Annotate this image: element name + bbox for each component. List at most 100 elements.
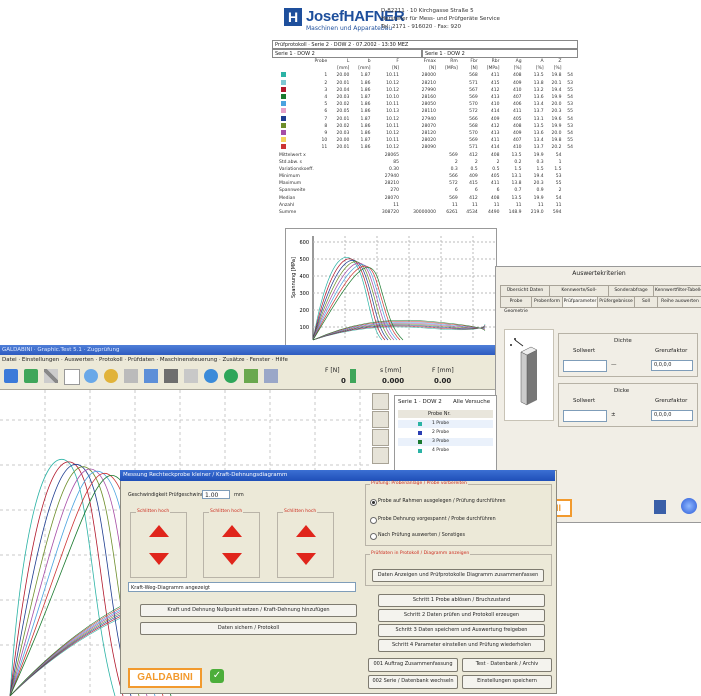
readout-force-value: 0	[341, 377, 346, 385]
report-cell: 6	[496, 188, 500, 194]
report-row-swatch	[278, 122, 287, 130]
report-cell: 10.11	[386, 73, 400, 79]
exit-door-icon[interactable]	[654, 500, 666, 514]
report-empty-cell	[328, 180, 350, 187]
refresh-icon[interactable]	[224, 369, 238, 383]
chart-icon[interactable]	[24, 369, 38, 383]
cursor-icon[interactable]	[372, 447, 389, 464]
dash-text: —	[611, 362, 617, 368]
save-icon[interactable]	[164, 369, 178, 383]
series-item[interactable]: 2 Probe	[398, 429, 493, 437]
report-cell: 28210	[421, 80, 436, 86]
settings-tab[interactable]: Soll	[634, 296, 658, 308]
help-globe-icon[interactable]	[681, 498, 697, 514]
series-item[interactable]: 1 Probe	[398, 420, 493, 428]
report-cell: 6261	[446, 210, 458, 216]
dicke-grenzfaktor-select[interactable]: 0,0,0,0	[651, 410, 693, 421]
report-unit-cell: [MPa]	[486, 66, 500, 72]
arrow-down-icon[interactable]	[296, 553, 316, 565]
report-cell: 53	[555, 174, 562, 180]
dichte-grenzfaktor-select[interactable]: 0,0,0,0	[651, 360, 693, 371]
report-stat-label: Summe	[279, 210, 297, 216]
series-item-label: 2 Probe	[432, 430, 450, 435]
calc-icon[interactable]	[244, 369, 258, 383]
step-button[interactable]: Schritt 4 Parameter einstellen und Prüfu…	[378, 639, 545, 652]
gear-icon[interactable]	[84, 369, 98, 383]
zoom-out-icon[interactable]	[372, 411, 389, 428]
report-cell: 1.86	[360, 102, 371, 108]
summary-button[interactable]: 001 Auftrag Zusammenfassung	[368, 658, 458, 672]
settings-tab[interactable]: Prüfparameter	[562, 296, 598, 308]
speed-input[interactable]: 1.00	[202, 490, 230, 499]
report-header: Probe Lb F Fmax Rm Fbr Rbr Ag A Z	[278, 58, 574, 65]
series-color-swatch	[418, 440, 422, 444]
table-icon[interactable]	[184, 369, 198, 383]
report-cell: 219.0	[530, 210, 544, 216]
document-icon[interactable]	[64, 369, 80, 385]
settings-tab[interactable]: Probenform	[531, 296, 563, 308]
arrow-up-icon[interactable]	[296, 525, 316, 537]
report-cell: 412	[490, 87, 500, 93]
arrow-down-icon[interactable]	[149, 553, 169, 565]
report-cell: 28070	[384, 195, 400, 201]
report-cell: 0.2	[514, 159, 522, 165]
report-cell: 28110	[421, 109, 436, 115]
report-cell: 6	[474, 188, 478, 194]
app-menu-bar[interactable]: Datei · Einstellungen · Auswerten · Prot…	[0, 355, 495, 365]
wrench-icon[interactable]	[124, 369, 138, 383]
arrow-down-icon[interactable]	[222, 553, 242, 565]
measure-dialog-title: Messung Rechteckprobe kleiner / Kraft-De…	[120, 470, 555, 481]
search-icon[interactable]	[204, 369, 218, 383]
settings-tab[interactable]: Reihe auswerten	[657, 296, 701, 308]
radio-option-2[interactable]	[370, 517, 377, 524]
settings-tab[interactable]: Prüfergebnisse	[597, 296, 635, 308]
save-settings-button[interactable]: Einstellungen speichern	[462, 675, 552, 689]
series-panel: Serie 1 · DOW 2 Alle Versuche Probe Nr. …	[394, 395, 497, 472]
company-address: D-82211 · 10 Kirchgasse Straße 5 Herstel…	[381, 8, 500, 30]
report-cell: 5	[324, 102, 328, 108]
readout-force: F [N] 0	[325, 367, 346, 385]
database-button[interactable]: Test · Datenbank / Archiv	[462, 658, 552, 672]
plusminus-text: ±	[611, 412, 616, 418]
zero-force-button[interactable]: Kraft und Dehnung Nullpunkt setzen / Kra…	[140, 604, 357, 617]
pen-icon[interactable]	[44, 369, 58, 383]
monitor-icon[interactable]	[264, 369, 278, 383]
dichte-sollwert-field[interactable]	[563, 360, 607, 372]
zoom-in-icon[interactable]	[372, 393, 389, 410]
printer-icon[interactable]	[144, 369, 158, 383]
step-button[interactable]: Schritt 1 Probe ablösen / Bruchzustand	[378, 594, 545, 607]
step-button[interactable]: Schritt 2 Daten prüfen und Protokoll erz…	[378, 609, 545, 622]
dicke-sollwert-field[interactable]	[563, 410, 607, 422]
settings-tab[interactable]: Probe Geometrie	[500, 296, 532, 314]
report-cell: 0.7	[514, 188, 522, 194]
pan-icon[interactable]	[372, 429, 389, 446]
switch-series-button[interactable]: 002 Serie / Datenbank wechseln	[368, 675, 458, 689]
check-icon[interactable]: ✓	[210, 669, 224, 683]
report-cell: 13.1	[511, 174, 522, 180]
radio-option-1[interactable]	[370, 499, 377, 506]
readout-elong-value: 0.00	[434, 377, 452, 385]
report-cell: 19.8	[551, 138, 562, 144]
open-icon[interactable]	[4, 369, 18, 383]
all-tests-link[interactable]: Alle Versuche	[453, 399, 490, 405]
prep-group: Prüfung: Probenanlage / Probe vorbereite…	[365, 481, 552, 546]
zero-button-icon[interactable]	[350, 369, 356, 383]
report-row: 8 20.02 1.86 10.11 28070 568 412 408 13.5 19.9 53	[278, 122, 574, 130]
report-cell: 54	[567, 130, 573, 136]
shield-icon[interactable]	[104, 369, 118, 383]
report-row-swatch	[278, 79, 287, 87]
report-cell: 13.7	[533, 145, 544, 151]
step-button[interactable]: Schritt 3 Daten speichern und Auswertung…	[378, 624, 545, 637]
arrow-up-icon[interactable]	[149, 525, 169, 537]
report-cell: 13.7	[533, 109, 544, 115]
radio-option-3[interactable]	[370, 533, 377, 540]
series-item[interactable]: 4 Probe	[398, 447, 493, 455]
report-header-cell: b	[367, 59, 371, 65]
show-report-button[interactable]: Daten Anzeigen und Prüfprotokolle Diagra…	[372, 569, 544, 582]
report-cell: 411	[490, 181, 500, 187]
report-cell: 408	[490, 195, 500, 201]
series-item[interactable]: 3 Probe	[398, 438, 493, 446]
save-data-button[interactable]: Daten sichern / Protokoll	[140, 622, 357, 635]
arrow-up-icon[interactable]	[222, 525, 242, 537]
report-cell: 20.0	[551, 130, 562, 136]
